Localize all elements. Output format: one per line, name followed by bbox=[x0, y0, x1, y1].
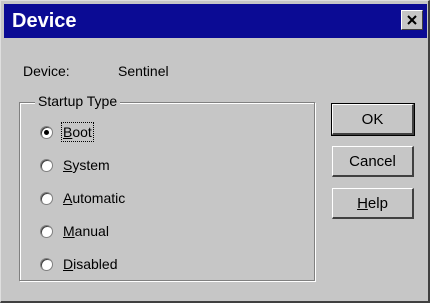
help-button-label: elp bbox=[367, 194, 388, 212]
radio-system-label[interactable]: System bbox=[63, 157, 110, 173]
help-button[interactable]: Help bbox=[332, 188, 414, 219]
device-value: Sentinel bbox=[118, 63, 169, 79]
radio-button-icon[interactable] bbox=[40, 224, 53, 238]
radio-system[interactable]: System bbox=[40, 154, 110, 176]
radio-disabled[interactable]: Disabled bbox=[40, 253, 118, 275]
radio-automatic-label[interactable]: Automatic bbox=[63, 190, 125, 206]
help-button-mnemonic: H bbox=[357, 194, 368, 212]
close-icon bbox=[407, 15, 417, 25]
device-dialog: Device Device: Sentinel Startup Type Boo… bbox=[0, 0, 430, 303]
title-bar[interactable]: Device bbox=[4, 4, 427, 38]
radio-disabled-label[interactable]: Disabled bbox=[63, 256, 118, 272]
dialog-title: Device bbox=[12, 10, 77, 32]
radio-boot-label[interactable]: Boot bbox=[61, 122, 94, 142]
close-button[interactable] bbox=[401, 10, 423, 30]
cancel-button[interactable]: Cancel bbox=[332, 146, 414, 177]
radio-manual-label[interactable]: Manual bbox=[63, 223, 109, 239]
radio-manual[interactable]: Manual bbox=[40, 220, 109, 242]
device-label: Device: bbox=[23, 63, 70, 79]
radio-boot[interactable]: Boot bbox=[40, 121, 94, 143]
ok-button[interactable]: OK bbox=[331, 103, 415, 136]
startup-type-group: Startup Type Boot System Automatic Manua… bbox=[19, 93, 315, 281]
radio-button-icon[interactable] bbox=[40, 191, 53, 205]
radio-selected-dot bbox=[44, 129, 49, 135]
radio-automatic[interactable]: Automatic bbox=[40, 187, 125, 209]
startup-type-title: Startup Type bbox=[35, 93, 121, 109]
radio-button-icon[interactable] bbox=[40, 158, 53, 172]
radio-button-icon[interactable] bbox=[40, 257, 53, 271]
radio-button-icon[interactable] bbox=[40, 125, 53, 139]
